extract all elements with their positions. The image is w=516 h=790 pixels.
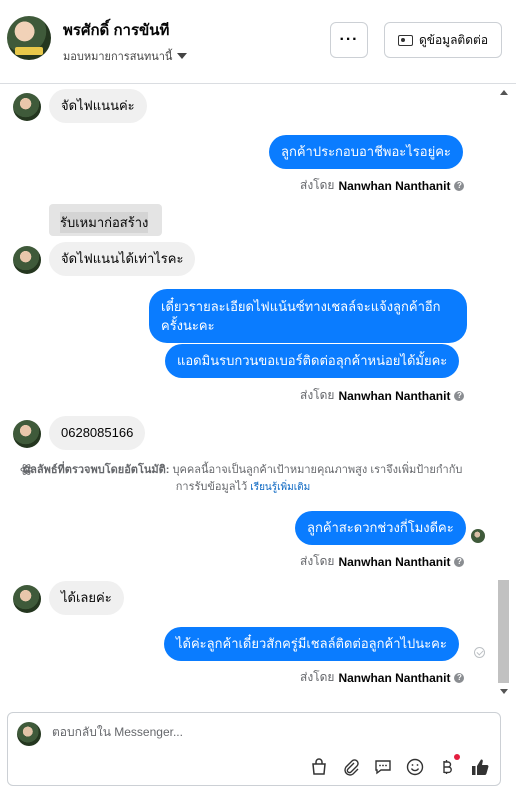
caret-down-icon <box>177 53 188 59</box>
contact-card-icon <box>397 34 413 46</box>
saved-reply-icon[interactable] <box>373 757 393 777</box>
paperclip-icon[interactable] <box>341 757 361 777</box>
conversation-header: พรศักดิ์ การขันที มอบหมายการสนทนานี้ ···… <box>0 0 516 84</box>
reply-input[interactable] <box>52 725 452 739</box>
more-options-button[interactable]: ··· <box>330 22 368 58</box>
notification-dot <box>454 754 460 760</box>
info-icon[interactable]: ? <box>454 180 465 191</box>
outgoing-message[interactable]: ได้ค่ะลูกค้าเดี๋ยวสักครู่มีเชลล์ติดต่อลู… <box>164 627 459 661</box>
seen-indicator-avatar <box>471 529 485 543</box>
view-contact-button[interactable]: ดูข้อมูลติดต่อ <box>384 22 502 58</box>
contact-avatar-small <box>13 420 41 448</box>
outgoing-message[interactable]: ลูกค้าสะดวกช่วงกี่โมงดีคะ <box>295 511 466 545</box>
thumbs-up-icon[interactable] <box>470 757 490 777</box>
assign-conversation-dropdown[interactable]: มอบหมายการสนทนานี้ <box>63 47 188 65</box>
page-avatar <box>17 722 41 746</box>
emoji-icon[interactable] <box>405 757 425 777</box>
info-icon[interactable]: ? <box>454 672 465 683</box>
outgoing-message[interactable]: แอดมินรบกวนขอเบอร์ติดต่อลุกค้าหน่อยได้มั… <box>165 344 460 378</box>
incoming-message-highlighted[interactable]: รับเหมาก่อสร้าง <box>49 204 162 236</box>
incoming-message[interactable]: ได้เลยค่ะ <box>49 581 124 615</box>
view-contact-label: ดูข้อมูลติดต่อ <box>418 32 489 47</box>
sent-by-label: ส่งโดย Nanwhan Nanthanit ? <box>300 668 465 687</box>
info-icon[interactable]: ? <box>454 556 465 567</box>
baht-payment-icon[interactable] <box>437 757 457 777</box>
more-icon: ··· <box>339 31 359 48</box>
contact-avatar[interactable] <box>7 16 51 60</box>
incoming-message[interactable]: จัดไฟแนนได้เท่าไรคะ <box>49 242 196 276</box>
scroll-up-arrow-icon[interactable] <box>500 90 508 95</box>
incoming-message[interactable]: 0628085166 <box>49 416 146 450</box>
incoming-message[interactable]: จัดไฟแนนค่ะ <box>49 89 147 123</box>
assign-label: มอบหมายการสนทนานี้ <box>63 51 173 63</box>
contact-avatar-small <box>13 585 41 613</box>
message-scrollbar[interactable] <box>497 84 511 704</box>
contact-name[interactable]: พรศักดิ์ การขันที <box>63 18 169 42</box>
sent-by-label: ส่งโดย Nanwhan Nanthanit ? <box>300 176 465 195</box>
outgoing-message[interactable]: เดี๋ยวรายละเอียดไฟแน้นซ์ทางเชลล์จะแจ้งลู… <box>149 289 467 343</box>
shopping-bag-icon[interactable] <box>309 757 329 777</box>
outgoing-message[interactable]: ลูกค้าประกอบอาชีพอะไรอยู่คะ <box>269 135 463 169</box>
delivered-check-icon <box>474 647 485 658</box>
learn-more-link[interactable]: เรียนรู้เพิ่มเติม <box>250 482 310 493</box>
scroll-down-arrow-icon[interactable] <box>500 689 508 694</box>
reply-composer <box>7 712 501 786</box>
sent-by-label: ส่งโดย Nanwhan Nanthanit ? <box>300 552 465 571</box>
ai-detected-lead-note: ผลลัพธ์ที่ตรวจพบโดยอัตโนมัติ: บุคคลนี้อา… <box>23 464 463 493</box>
info-icon[interactable]: ? <box>454 390 465 401</box>
contact-avatar-small <box>13 246 41 274</box>
contact-avatar-small <box>13 93 41 121</box>
scroll-thumb[interactable] <box>498 580 509 683</box>
sent-by-label: ส่งโดย Nanwhan Nanthanit ? <box>300 386 465 405</box>
